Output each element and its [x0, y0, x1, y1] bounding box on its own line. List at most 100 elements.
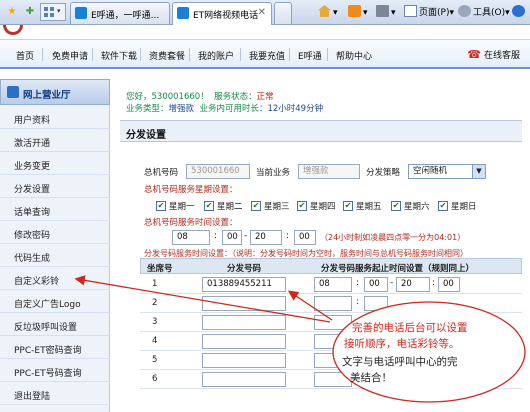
nav-recharge[interactable]: 我要充值: [249, 49, 285, 62]
section-title-bar: 分发设置: [120, 120, 522, 142]
time-settings-label: 总机号码服务时间设置：: [144, 218, 238, 228]
online-service-link[interactable]: ☎ 在线客服: [467, 48, 520, 61]
strategy-label: 分发策略: [366, 168, 401, 178]
tab-et-video-phone[interactable]: ET网络视频电话 ✕: [172, 2, 272, 25]
checkbox-thu[interactable]: ✔: [297, 201, 307, 211]
main-nav: 首页 免费申请 软件下载 资费套餐 我的账户 我要充值 E呼通 帮助中心 ☎ 在线…: [0, 39, 530, 69]
browser-tab-bar: ★ ✚ ▾ E呼通，一呼通... ET网络视频电话 ✕ ▾ ▾ ▾ 页面(P)▾…: [0, 0, 530, 25]
nav-help-center[interactable]: 帮助中心: [336, 49, 372, 62]
favorites-star-icon[interactable]: ★: [4, 4, 20, 20]
page-menu[interactable]: 页面(P)▾: [404, 5, 454, 18]
main-number-label: 总机号码: [144, 168, 179, 178]
nav-home[interactable]: 首页: [16, 49, 34, 62]
annotation-line-2: 接听顺序，电话彩铃等。: [344, 338, 460, 350]
checkbox-mon[interactable]: ✔: [156, 201, 166, 211]
row-end-hour[interactable]: 20: [396, 277, 430, 292]
dispatch-number-input[interactable]: [202, 334, 286, 349]
checkbox-sat[interactable]: ✔: [391, 201, 401, 211]
dispatch-number-input[interactable]: 013889455211: [202, 277, 286, 292]
nav-packages[interactable]: 资费套餐: [149, 49, 185, 62]
nav-download[interactable]: 软件下载: [101, 49, 137, 62]
checkbox-fri[interactable]: ✔: [343, 201, 353, 211]
sidebar-item-logout[interactable]: 退出登陆: [0, 385, 110, 405]
weekday-label: 星期一: [169, 202, 195, 212]
nav-divider: [42, 48, 43, 61]
weekday-label: 星期四: [310, 202, 336, 212]
chevron-down-icon: ▼: [472, 165, 485, 178]
dispatch-number-input[interactable]: [202, 315, 286, 330]
annotation-bubble: 完善的电话后台可以设置 接听顺序，电话彩铃等。 文字与电话呼叫中心的完 美结合！: [330, 298, 528, 406]
checkbox-sun[interactable]: ✔: [438, 201, 448, 211]
feeds-icon[interactable]: ▾: [348, 5, 368, 18]
strategy-select[interactable]: 空闲随机 ▼: [408, 164, 486, 179]
nav-divider: [140, 48, 141, 61]
time-format-note: （24小时制如凌晨四点零一分为04:01）: [320, 233, 466, 242]
bubble-outline: [332, 301, 526, 403]
tab-ehutong[interactable]: E呼通，一呼通...: [70, 2, 170, 24]
nav-divider: [189, 48, 190, 61]
logo-strip: [0, 25, 530, 39]
row-start-minute[interactable]: 00: [364, 277, 388, 292]
account-info: 您好，530001660！ 服务状态：正常 业务类型：增强款 业务内可用时长：1…: [126, 92, 324, 114]
add-favorites-icon[interactable]: ✚: [22, 4, 38, 20]
sidebar-header: 网上营业厅: [0, 79, 110, 105]
start-minute-input[interactable]: 00: [222, 230, 242, 245]
help-icon[interactable]: [512, 5, 527, 18]
weekday-label: 星期五: [356, 202, 382, 212]
row-start-hour[interactable]: 08: [314, 277, 352, 292]
sidebar-item-code-gen[interactable]: 代码生成: [0, 247, 110, 267]
sidebar-item-activate[interactable]: 激活开通: [0, 132, 110, 152]
dispatch-number-input[interactable]: [202, 372, 286, 387]
quick-tabs-icon[interactable]: ▾: [40, 3, 66, 21]
site-favicon-icon: [75, 7, 87, 19]
weekday-label: 星期二: [217, 202, 243, 212]
close-tab-icon[interactable]: ✕: [258, 7, 266, 18]
nav-free-apply[interactable]: 免费申请: [52, 49, 88, 62]
site-favicon-icon: [177, 7, 189, 19]
weekday-label: 星期日: [451, 202, 477, 212]
colon-separator: :: [214, 231, 218, 241]
sidebar-item-custom-ringtone[interactable]: 自定义彩铃: [0, 270, 110, 290]
annotation-line-1: 完善的电话后台可以设置: [352, 322, 468, 334]
sidebar-item-ppc-number[interactable]: PPC-ET号码查询: [0, 362, 110, 382]
tools-menu[interactable]: 工具(O)▾: [458, 5, 510, 18]
table-row: 1 013889455211 08 : 00 - 20 : 00: [140, 275, 522, 294]
row-end-minute[interactable]: 00: [438, 277, 460, 292]
sidebar-item-ppc-password[interactable]: PPC-ET密码查询: [0, 339, 110, 359]
dispatch-number-input[interactable]: [202, 353, 286, 368]
weekday-label: 星期三: [264, 202, 290, 212]
print-icon[interactable]: ▾: [376, 5, 396, 18]
nav-divider: [327, 48, 328, 61]
end-minute-input[interactable]: 00: [294, 230, 316, 245]
table-header: 坐席号 分发号码 分发号码服务起止时间设置（规则同上）: [140, 258, 522, 274]
end-hour-input[interactable]: 20: [250, 230, 282, 245]
sidebar-item-dispatch-settings[interactable]: 分发设置: [0, 178, 110, 198]
new-tab-button[interactable]: [274, 2, 292, 24]
sidebar-item-user-profile[interactable]: 用户资料: [0, 109, 110, 129]
nav-divider: [92, 48, 93, 61]
sidebar-item-change-password[interactable]: 修改密码: [0, 224, 110, 244]
phone-icon: ☎: [467, 48, 481, 61]
nav-my-account[interactable]: 我的账户: [198, 49, 234, 62]
annotation-line-3: 文字与电话呼叫中心的完: [342, 356, 458, 368]
business-field: 增强款: [298, 164, 360, 179]
weekday-label: 星期六: [404, 202, 430, 212]
nav-divider: [240, 48, 241, 61]
sidebar: 网上营业厅 用户资料 激活开通 业务变更 分发设置 话单查询 修改密码 代码生成…: [0, 79, 110, 412]
nav-divider: [289, 48, 290, 61]
nav-ehutong[interactable]: E呼通: [298, 49, 322, 62]
dash-separator: -: [244, 231, 248, 241]
dispatch-number-input[interactable]: [202, 296, 286, 311]
sidebar-item-change[interactable]: 业务变更: [0, 155, 110, 175]
sidebar-item-custom-logo[interactable]: 自定义广告Logo: [0, 293, 110, 313]
colon-separator: :: [286, 231, 290, 241]
sidebar-item-anti-spam[interactable]: 反垃圾呼叫设置: [0, 316, 110, 336]
sidebar-item-call-records[interactable]: 话单查询: [0, 201, 110, 221]
annotation-line-4: 美结合！: [350, 372, 392, 384]
checkbox-wed[interactable]: ✔: [251, 201, 261, 211]
checkbox-tue[interactable]: ✔: [204, 201, 214, 211]
start-hour-input[interactable]: 08: [172, 230, 210, 245]
service-hall-icon: [7, 86, 19, 98]
home-icon[interactable]: ▾: [318, 5, 338, 18]
main-number-field: 530001660: [186, 164, 250, 179]
